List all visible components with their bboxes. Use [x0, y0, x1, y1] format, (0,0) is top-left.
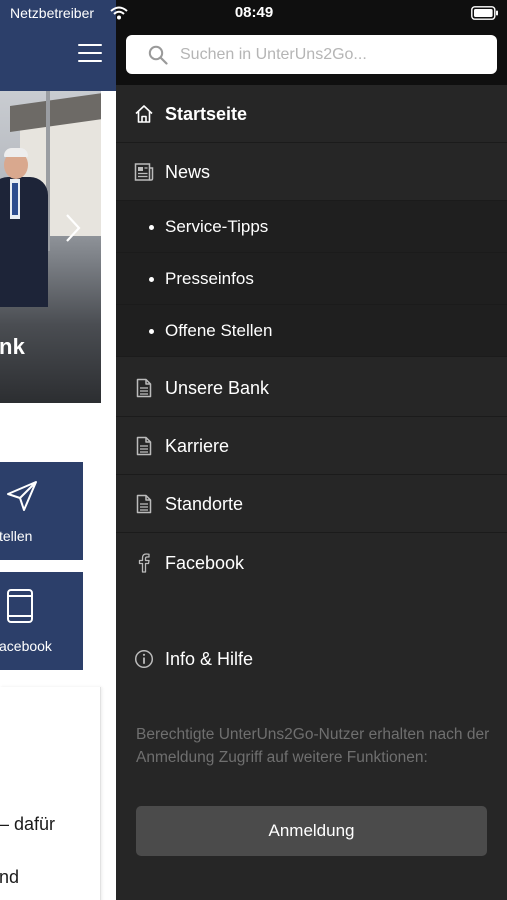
hero-person-image: [0, 177, 48, 307]
hero-caption: nk: [0, 334, 26, 359]
menu-item-label: Standorte: [165, 494, 244, 514]
document-icon: [134, 436, 154, 456]
tablet-icon: [4, 588, 40, 624]
background-page: nk tellen acebook – dafür nd: [0, 0, 116, 900]
menu-item-label: Karriere: [165, 436, 230, 456]
menu-item-karriere[interactable]: Karriere: [116, 417, 507, 475]
clock: 08:49: [234, 4, 274, 21]
submenu-item-service-tipps[interactable]: Service-Tipps: [116, 201, 507, 253]
card-text: – dafür: [0, 814, 56, 834]
facebook-icon: [134, 553, 154, 573]
menu-item-label: Facebook: [165, 553, 245, 573]
hamburger-menu-icon[interactable]: [78, 44, 102, 62]
menu-item-label: Startseite: [165, 104, 248, 124]
menu-item-facebook[interactable]: Facebook: [116, 534, 507, 592]
menu-item-label: Info & Hilfe: [165, 649, 254, 669]
login-button[interactable]: Anmeldung: [136, 806, 487, 856]
home-icon: [134, 104, 154, 124]
submenu-item-label: Service-Tipps: [165, 217, 269, 236]
battery-icon: [471, 6, 499, 20]
bullet-icon: [149, 225, 154, 230]
navigation-drawer: Startseite News Service-Tipps Presseinfo…: [116, 0, 507, 900]
bullet-icon: [149, 277, 154, 282]
menu-item-label: News: [165, 162, 211, 182]
hero-slider[interactable]: nk: [0, 91, 101, 403]
chevron-right-icon[interactable]: [64, 213, 82, 243]
submenu-item-label: Offene Stellen: [165, 321, 273, 340]
menu-item-info-hilfe[interactable]: Info & Hilfe: [116, 630, 507, 688]
tile-facebook[interactable]: acebook: [0, 572, 83, 670]
menu-item-startseite[interactable]: Startseite: [116, 85, 507, 143]
card-text: nd: [0, 867, 20, 887]
search-icon: [148, 45, 168, 65]
login-info-text: Berechtigte UnterUns2Go-Nutzer erhalten …: [136, 726, 490, 766]
submenu-item-offene-stellen[interactable]: Offene Stellen: [116, 305, 507, 357]
tile-label: acebook: [0, 638, 52, 654]
submenu-item-label: Presseinfos: [165, 269, 254, 288]
info-icon: [134, 649, 154, 669]
newspaper-icon: [134, 162, 154, 182]
menu-item-unsere-bank[interactable]: Unsere Bank: [116, 359, 507, 417]
content-card: – dafür nd: [0, 687, 101, 900]
paper-plane-icon: [4, 478, 40, 514]
document-icon: [134, 378, 154, 398]
tile-stellen[interactable]: tellen: [0, 462, 83, 560]
submenu-item-presseinfos[interactable]: Presseinfos: [116, 253, 507, 305]
menu-item-news[interactable]: News: [116, 143, 507, 201]
bullet-icon: [149, 329, 154, 334]
search-box[interactable]: [126, 35, 497, 74]
document-icon: [134, 494, 154, 514]
search-input[interactable]: [180, 35, 480, 74]
menu-item-standorte[interactable]: Standorte: [116, 475, 507, 533]
tile-label: tellen: [0, 528, 33, 544]
carrier-label: Netzbetreiber: [10, 5, 95, 21]
menu-item-label: Unsere Bank: [165, 378, 270, 398]
wifi-icon: [110, 6, 128, 20]
status-bar: Netzbetreiber 08:49: [0, 0, 507, 28]
